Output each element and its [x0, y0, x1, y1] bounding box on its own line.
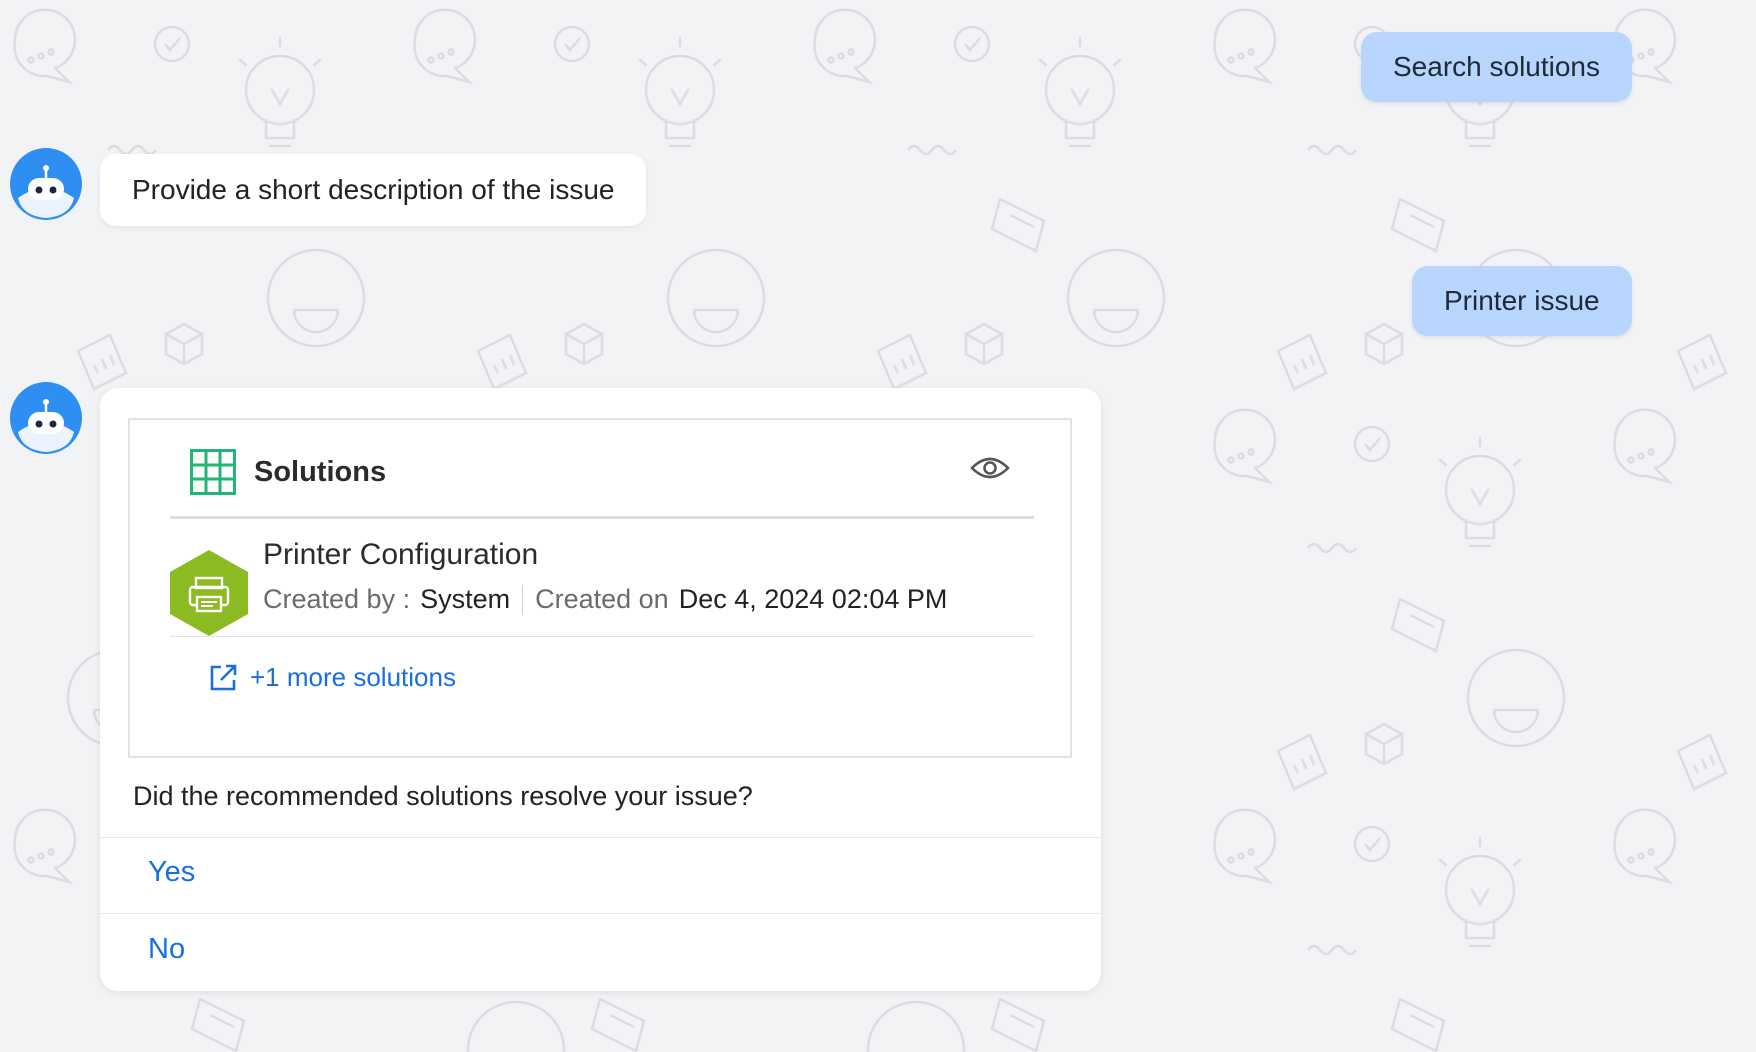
solutions-title: Solutions	[254, 455, 387, 488]
more-solutions-link[interactable]: +1 more solutions	[208, 662, 456, 693]
solutions-card: Solutions Printer Configuration Created …	[100, 388, 1101, 991]
created-on-label: Created on	[535, 584, 669, 614]
feedback-question: Did the recommended solutions resolve yo…	[133, 781, 753, 811]
created-by-value: System	[420, 584, 511, 614]
item-divider	[170, 636, 1034, 637]
meta-separator	[522, 584, 524, 615]
created-on-value: Dec 4, 2024 02:04 PM	[678, 584, 948, 614]
printer-icon	[170, 550, 248, 636]
yes-option[interactable]: Yes	[148, 856, 195, 889]
more-solutions-label: +1 more solutions	[250, 662, 456, 692]
no-option[interactable]: No	[148, 933, 185, 966]
header-divider	[170, 516, 1034, 519]
solution-title[interactable]: Printer Configuration	[263, 538, 538, 572]
eye-icon[interactable]	[970, 454, 1010, 482]
robot-avatar-icon	[10, 148, 82, 220]
grid-icon	[190, 449, 236, 495]
robot-avatar-icon	[10, 382, 82, 454]
bot-message-bubble: Provide a short description of the issue	[100, 154, 647, 226]
solution-meta: Created by : System Created on Dec 4, 20…	[263, 584, 947, 615]
external-link-icon	[210, 664, 237, 690]
option-divider	[100, 913, 1101, 914]
option-divider	[100, 837, 1101, 838]
solutions-panel: Solutions Printer Configuration Created …	[128, 418, 1072, 758]
solutions-header: Solutions	[190, 448, 386, 496]
user-message-bubble: Printer issue	[1412, 266, 1632, 336]
user-message-bubble: Search solutions	[1361, 32, 1633, 102]
created-by-label: Created by :	[263, 584, 411, 614]
